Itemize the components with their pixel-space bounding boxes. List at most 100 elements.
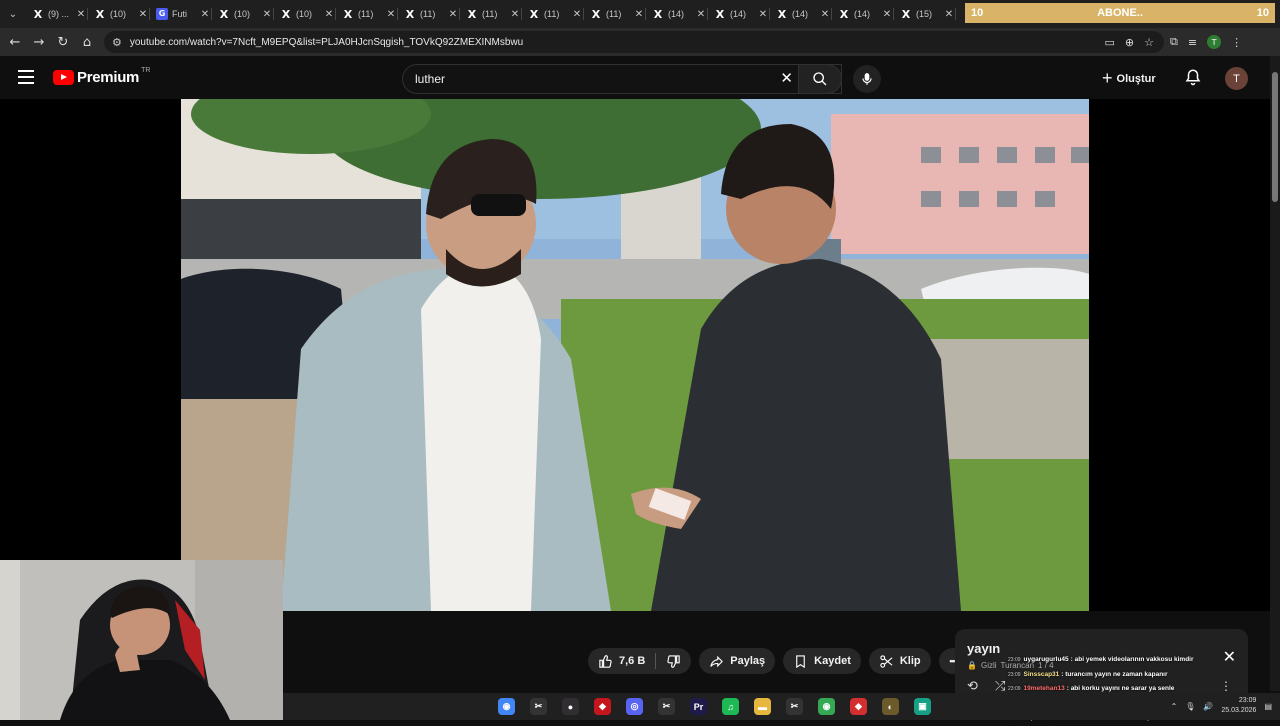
close-tab-icon[interactable]: ✕ bbox=[570, 9, 584, 20]
close-tab-icon[interactable]: ✕ bbox=[384, 9, 398, 20]
tray-chevron-icon[interactable]: ⌃ bbox=[1171, 702, 1178, 711]
search-query[interactable]: luther bbox=[415, 72, 445, 86]
app-teal-icon[interactable]: ▣ bbox=[914, 698, 931, 715]
browser-tab[interactable]: G Futi ✕ bbox=[150, 0, 212, 28]
browser-tab[interactable]: X (10) ✕ bbox=[88, 0, 150, 28]
shuffle-icon[interactable]: ⤮ bbox=[995, 679, 1005, 694]
share-button[interactable]: Paylaş bbox=[699, 648, 776, 674]
search-input[interactable]: luther ✕ bbox=[402, 64, 842, 94]
forward-icon[interactable]: → bbox=[27, 35, 51, 50]
save-button[interactable]: Kaydet bbox=[783, 648, 861, 674]
browser-menu-icon[interactable]: ⋮ bbox=[1231, 36, 1242, 49]
close-tab-icon[interactable]: ✕ bbox=[260, 9, 274, 20]
notification-center-icon[interactable]: ▤ bbox=[1264, 702, 1272, 711]
address-bar[interactable]: ⚙ youtube.com/watch?v=7Ncft_M9EPQ&list=P… bbox=[104, 31, 1164, 53]
dislike-button[interactable] bbox=[656, 648, 691, 674]
search-button[interactable] bbox=[798, 64, 842, 94]
clip-button[interactable]: Klip bbox=[868, 648, 931, 674]
cast-icon[interactable]: ▭ bbox=[1105, 36, 1115, 49]
tab-title: Futi bbox=[172, 9, 188, 19]
close-tab-icon[interactable]: ✕ bbox=[942, 9, 956, 20]
premiere-icon[interactable]: Pr bbox=[690, 698, 707, 715]
x-logo-icon: X bbox=[839, 7, 849, 21]
browser-tab[interactable]: X (9) ... ✕ bbox=[26, 0, 88, 28]
clear-search-icon[interactable]: ✕ bbox=[780, 69, 793, 87]
x-logo-icon: X bbox=[715, 7, 725, 21]
browser-tab[interactable]: X (11) ✕ bbox=[460, 0, 522, 28]
browser-tab[interactable]: X (14) ✕ bbox=[832, 0, 894, 28]
mic-tray-icon[interactable]: 🎙 bbox=[1185, 702, 1195, 711]
close-tab-icon[interactable]: ✕ bbox=[446, 9, 460, 20]
volume-icon[interactable]: 🔊 bbox=[1203, 702, 1213, 711]
home-icon[interactable]: ⌂ bbox=[75, 35, 99, 50]
close-tab-icon[interactable]: ✕ bbox=[508, 9, 522, 20]
browser-tab[interactable]: X (11) ✕ bbox=[584, 0, 646, 28]
share-label: Paylaş bbox=[730, 655, 766, 667]
voice-search-button[interactable] bbox=[853, 65, 881, 93]
video-frame[interactable] bbox=[181, 99, 1089, 611]
close-tab-icon[interactable]: ✕ bbox=[74, 9, 88, 20]
video-scene-image bbox=[181, 99, 1089, 611]
playlist-title[interactable]: yayın bbox=[967, 641, 1000, 656]
capcut3-icon[interactable]: ✂ bbox=[786, 698, 803, 715]
browser-tab[interactable]: X (11) ✕ bbox=[522, 0, 584, 28]
create-button[interactable]: + Oluştur bbox=[1102, 68, 1156, 89]
x-logo-icon: X bbox=[219, 7, 229, 21]
chat-message: 23:09 Sinsscap31: turancım yayın ne zaman… bbox=[1008, 668, 1238, 683]
app-red-icon[interactable]: ◆ bbox=[594, 698, 611, 715]
browser-tab[interactable]: X (11) ✕ bbox=[336, 0, 398, 28]
close-tab-icon[interactable]: ✕ bbox=[756, 9, 770, 20]
scrollbar-thumb[interactable] bbox=[1272, 72, 1278, 202]
capcut-icon[interactable]: ✂ bbox=[530, 698, 547, 715]
app-yellow-icon[interactable]: ◐ bbox=[882, 698, 899, 715]
spotify-icon[interactable]: ♫ bbox=[722, 698, 739, 715]
menu-icon[interactable] bbox=[18, 70, 34, 84]
chrome-icon[interactable]: ◉ bbox=[498, 698, 515, 715]
x-logo-icon: X bbox=[529, 7, 539, 21]
reload-icon[interactable]: ↻ bbox=[51, 35, 75, 50]
profile-avatar[interactable]: T bbox=[1207, 35, 1222, 49]
media-control-icon[interactable]: ≡ bbox=[1188, 36, 1197, 49]
browser-tab[interactable]: X (14) ✕ bbox=[770, 0, 832, 28]
loop-icon[interactable]: ⟲ bbox=[967, 679, 978, 694]
close-tab-icon[interactable]: ✕ bbox=[694, 9, 708, 20]
browser-tab[interactable]: X (11) ✕ bbox=[398, 0, 460, 28]
app-red2-icon[interactable]: ◆ bbox=[850, 698, 867, 715]
zoom-icon[interactable]: ⊕ bbox=[1125, 36, 1134, 49]
bookmark-star-icon[interactable]: ☆ bbox=[1144, 36, 1154, 49]
browser-tab[interactable]: X (10) ✕ bbox=[274, 0, 336, 28]
discord-icon[interactable]: ◎ bbox=[626, 698, 643, 715]
url-text[interactable]: youtube.com/watch?v=7Ncft_M9EPQ&list=PLJ… bbox=[130, 37, 523, 48]
page-scrollbar[interactable] bbox=[1270, 56, 1280, 691]
tab-title: (14) bbox=[730, 9, 747, 19]
back-icon[interactable]: ← bbox=[3, 35, 27, 50]
close-tab-icon[interactable]: ✕ bbox=[632, 9, 646, 20]
tab-title: (10) bbox=[296, 9, 313, 19]
capcut2-icon[interactable]: ✂ bbox=[658, 698, 675, 715]
close-tab-icon[interactable]: ✕ bbox=[322, 9, 336, 20]
tab-search-dropdown-icon[interactable]: ⌄ bbox=[0, 0, 26, 28]
extensions-icon[interactable]: ⧉ bbox=[1170, 35, 1178, 49]
browser-tab[interactable]: X (14) ✕ bbox=[646, 0, 708, 28]
like-button[interactable]: 7,6 B bbox=[588, 648, 655, 674]
like-dislike-group: 7,6 B bbox=[588, 648, 692, 674]
account-avatar[interactable]: T bbox=[1225, 67, 1248, 90]
site-info-icon[interactable]: ⚙ bbox=[112, 36, 122, 49]
browser-tab[interactable]: X (14) ✕ bbox=[708, 0, 770, 28]
close-tab-icon[interactable]: ✕ bbox=[136, 9, 150, 20]
close-tab-icon[interactable]: ✕ bbox=[818, 9, 832, 20]
obs-icon[interactable]: ● bbox=[562, 698, 579, 715]
chrome2-icon[interactable]: ◉ bbox=[818, 698, 835, 715]
system-clock[interactable]: 23:09 25.03.2026 bbox=[1221, 696, 1256, 716]
youtube-premium-logo[interactable]: Premium TR bbox=[53, 67, 150, 86]
browser-tab[interactable]: X (15) ✕ bbox=[894, 0, 956, 28]
browser-tab[interactable]: X (10) ✕ bbox=[212, 0, 274, 28]
tab-title: (10) bbox=[110, 9, 127, 19]
folder-icon[interactable]: ▬ bbox=[754, 698, 771, 715]
x-logo-icon: X bbox=[653, 7, 663, 21]
video-player[interactable] bbox=[0, 99, 1270, 611]
banner-title: ABONE.. bbox=[1097, 7, 1143, 19]
notifications-button[interactable] bbox=[1184, 68, 1202, 91]
close-tab-icon[interactable]: ✕ bbox=[198, 9, 212, 20]
close-tab-icon[interactable]: ✕ bbox=[880, 9, 894, 20]
